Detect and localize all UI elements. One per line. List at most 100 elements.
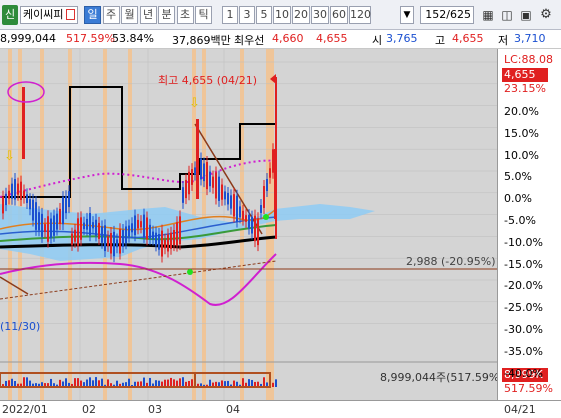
- volume-bar: [98, 380, 100, 387]
- candle-body: [254, 215, 256, 242]
- y-axis-tick-label: 15.0%: [504, 126, 539, 140]
- volume-bar: [143, 377, 145, 387]
- candle-body: [107, 236, 109, 246]
- volume-bar: [77, 378, 79, 387]
- flag-icon[interactable]: [66, 9, 75, 20]
- app-logo: 신: [2, 5, 18, 25]
- volume-label: 8,999,044주(517.59%): [380, 371, 504, 384]
- y-axis: LC:88.08 4,655 23.15% 8,999K 517.59% 20.…: [497, 49, 561, 400]
- candle-body: [272, 149, 274, 173]
- volume-bar: [50, 378, 52, 387]
- y-axis-tick-label: -10.0%: [504, 235, 543, 249]
- signal-arrow-icon: ⇩: [4, 149, 15, 164]
- candle-body: [119, 229, 121, 254]
- candle-body: [200, 158, 202, 180]
- candle-body: [23, 190, 25, 198]
- range-button[interactable]: 5: [256, 6, 272, 24]
- open-value: 3,765: [386, 32, 418, 45]
- partial-label: (11/30): [0, 320, 41, 333]
- volume-bar: [95, 377, 97, 387]
- candle-body: [218, 176, 220, 201]
- current-pct-label: 23.15%: [504, 82, 546, 95]
- best-bid-value: 4,655: [316, 32, 348, 45]
- y-axis-tick-label: 20.0%: [504, 105, 539, 118]
- candle-body: [38, 212, 40, 231]
- y-axis-tick-label: 10.0%: [504, 148, 539, 162]
- range-button[interactable]: 120: [349, 6, 371, 24]
- volume-bar: [275, 379, 277, 387]
- volume-bar: [59, 379, 61, 387]
- high-label: 고: [435, 34, 446, 47]
- candle-body: [248, 215, 250, 229]
- save-icon[interactable]: ▣: [518, 7, 534, 23]
- candle-body: [146, 217, 148, 240]
- candle-body: [209, 171, 211, 187]
- grid-settings-icon[interactable]: ▦: [480, 7, 496, 23]
- y-axis-tick-label: -20.0%: [504, 279, 543, 293]
- volume-bar: [149, 377, 151, 387]
- candle-body: [221, 184, 223, 200]
- candle-body: [224, 191, 226, 200]
- split-view-icon[interactable]: ◫: [499, 7, 515, 23]
- y-axis-tick-label: -30.0%: [504, 323, 543, 336]
- y-axis-tick-label: -15.0%: [504, 257, 543, 271]
- x-axis: 2022/01 02 03 04 04/21: [0, 400, 561, 418]
- range-button[interactable]: 3: [239, 6, 255, 24]
- candle-body: [179, 216, 181, 245]
- volume-bar: [89, 377, 91, 387]
- turnover-rate: 53.84%: [112, 32, 154, 45]
- volume-bar: [182, 377, 184, 387]
- candle-body: [260, 205, 262, 213]
- range-button[interactable]: 20: [292, 6, 310, 24]
- volume-bar: [11, 378, 13, 387]
- candle-body: [128, 225, 130, 237]
- range-button[interactable]: 30: [311, 6, 329, 24]
- volume-bar: [65, 378, 67, 387]
- high-value: 4,655: [452, 32, 484, 45]
- page-indicator[interactable]: 152/625: [420, 6, 474, 24]
- candle-body: [59, 208, 61, 225]
- range-dropdown-icon[interactable]: ▼: [400, 6, 414, 24]
- range-button[interactable]: 60: [330, 6, 348, 24]
- volume-bar: [251, 379, 253, 387]
- candle-body: [41, 213, 43, 237]
- x-axis-tick-label: 04: [226, 403, 240, 416]
- candle-body: [140, 221, 142, 228]
- range-button[interactable]: 10: [273, 6, 291, 24]
- candle-body: [173, 230, 175, 246]
- period-tab[interactable]: 초: [176, 6, 194, 24]
- price-chart[interactable]: ⇩ ⇩ 최고 4,655 (04/21) 2,988 (-20.95%) (11…: [0, 49, 504, 400]
- range-button[interactable]: 1: [222, 6, 238, 24]
- candle-body: [257, 218, 259, 246]
- period-tab[interactable]: 일: [84, 6, 101, 24]
- period-tab[interactable]: 틱: [195, 6, 212, 24]
- period-tab[interactable]: 월: [121, 6, 138, 24]
- volume-bar: [155, 380, 157, 387]
- open-label: 시: [372, 34, 383, 47]
- x-axis-tick-label: 2022/01: [2, 403, 48, 416]
- candle-body: [47, 216, 49, 242]
- candle-body: [125, 226, 127, 244]
- candle-body: [113, 231, 115, 257]
- candle-body: [245, 215, 247, 222]
- y-axis-tick-label: 0.0%: [504, 192, 532, 206]
- low-label: 저: [498, 34, 509, 47]
- period-tab[interactable]: 년: [139, 6, 157, 24]
- period-tab[interactable]: 주: [102, 6, 120, 24]
- candle-body: [236, 195, 238, 222]
- candle-body: [14, 179, 16, 200]
- candle-body: [176, 222, 178, 246]
- candle-body: [8, 190, 10, 199]
- trend-line-left: [0, 276, 29, 295]
- candle-body: [95, 219, 97, 236]
- candle-body: [68, 191, 70, 208]
- candle-body: [22, 87, 25, 159]
- gear-icon[interactable]: ⚙: [538, 7, 554, 23]
- volume-bar: [167, 379, 169, 387]
- candle-body: [17, 183, 19, 195]
- signal-dot: [263, 214, 269, 220]
- candle-body: [194, 167, 196, 175]
- volume-bar: [248, 379, 250, 387]
- volume-bar: [173, 379, 175, 387]
- period-tab[interactable]: 분: [158, 6, 175, 24]
